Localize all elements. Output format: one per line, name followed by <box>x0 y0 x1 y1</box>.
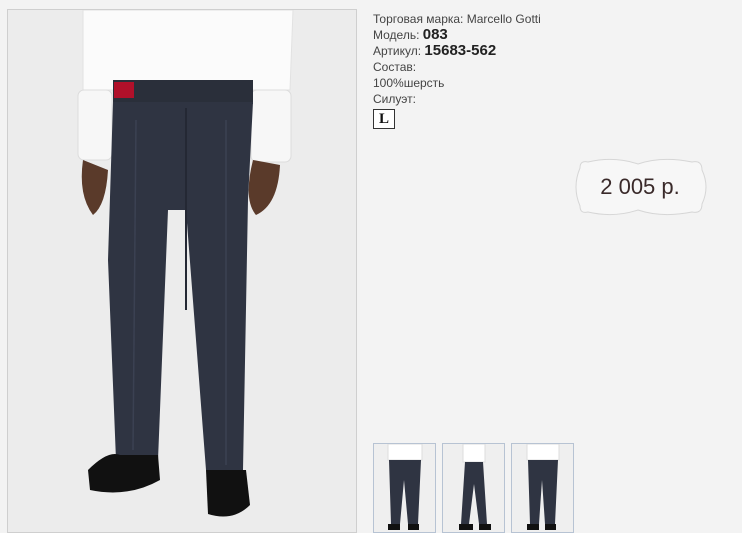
article-row: Артикул: 15683-562 <box>373 43 541 59</box>
silhouette-badge[interactable]: L <box>373 109 395 129</box>
article-label: Артикул: <box>373 44 422 58</box>
thumbnail-side[interactable] <box>442 443 505 533</box>
main-product-image[interactable] <box>7 9 357 533</box>
brand-value: Marcello Gotti <box>466 12 541 26</box>
composition-value: 100%шерсть <box>373 76 445 90</box>
composition-label: Состав: <box>373 60 417 74</box>
product-info: Торговая марка: Marcello Gotti Модель: 0… <box>373 11 541 129</box>
thumbnail-back-image <box>526 444 560 530</box>
silhouette-label: Силуэт: <box>373 92 416 106</box>
brand-label: Торговая марка: <box>373 12 464 26</box>
brand-row: Торговая марка: Marcello Gotti <box>373 11 541 27</box>
price-tag: 2 005 р. <box>572 156 708 218</box>
thumbnail-side-image <box>459 444 491 530</box>
thumbnail-back[interactable] <box>511 443 574 533</box>
thumbnail-front[interactable] <box>373 443 436 533</box>
article-value: 15683-562 <box>424 42 497 59</box>
model-label: Модель: <box>373 28 420 42</box>
trousers-model-illustration <box>77 10 294 517</box>
model-value: 083 <box>422 26 448 43</box>
model-row: Модель: 083 <box>373 27 541 43</box>
price-value: 2 005 р. <box>600 174 680 199</box>
thumbnail-front-image <box>387 444 423 530</box>
